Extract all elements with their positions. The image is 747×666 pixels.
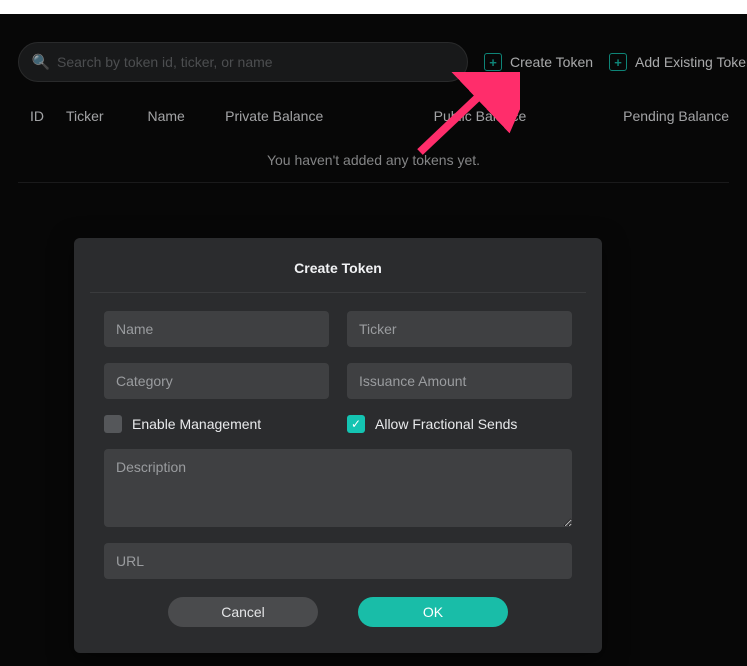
url-field[interactable] — [104, 543, 572, 579]
create-token-modal: Create Token Enable Management ✓ Allow F… — [74, 238, 602, 653]
enable-management-checkbox[interactable]: Enable Management — [104, 415, 329, 433]
enable-management-label: Enable Management — [132, 416, 261, 432]
checkbox-checked-icon: ✓ — [347, 415, 365, 433]
allow-fractional-sends-checkbox[interactable]: ✓ Allow Fractional Sends — [347, 415, 572, 433]
description-field[interactable] — [104, 449, 572, 527]
issuance-amount-field[interactable] — [347, 363, 572, 399]
allow-fractional-sends-label: Allow Fractional Sends — [375, 416, 517, 432]
ticker-field[interactable] — [347, 311, 572, 347]
divider — [90, 292, 586, 293]
name-field[interactable] — [104, 311, 329, 347]
ok-button[interactable]: OK — [358, 597, 508, 627]
category-field[interactable] — [104, 363, 329, 399]
cancel-button[interactable]: Cancel — [168, 597, 318, 627]
modal-title: Create Token — [104, 254, 572, 292]
checkbox-unchecked-icon — [104, 415, 122, 433]
